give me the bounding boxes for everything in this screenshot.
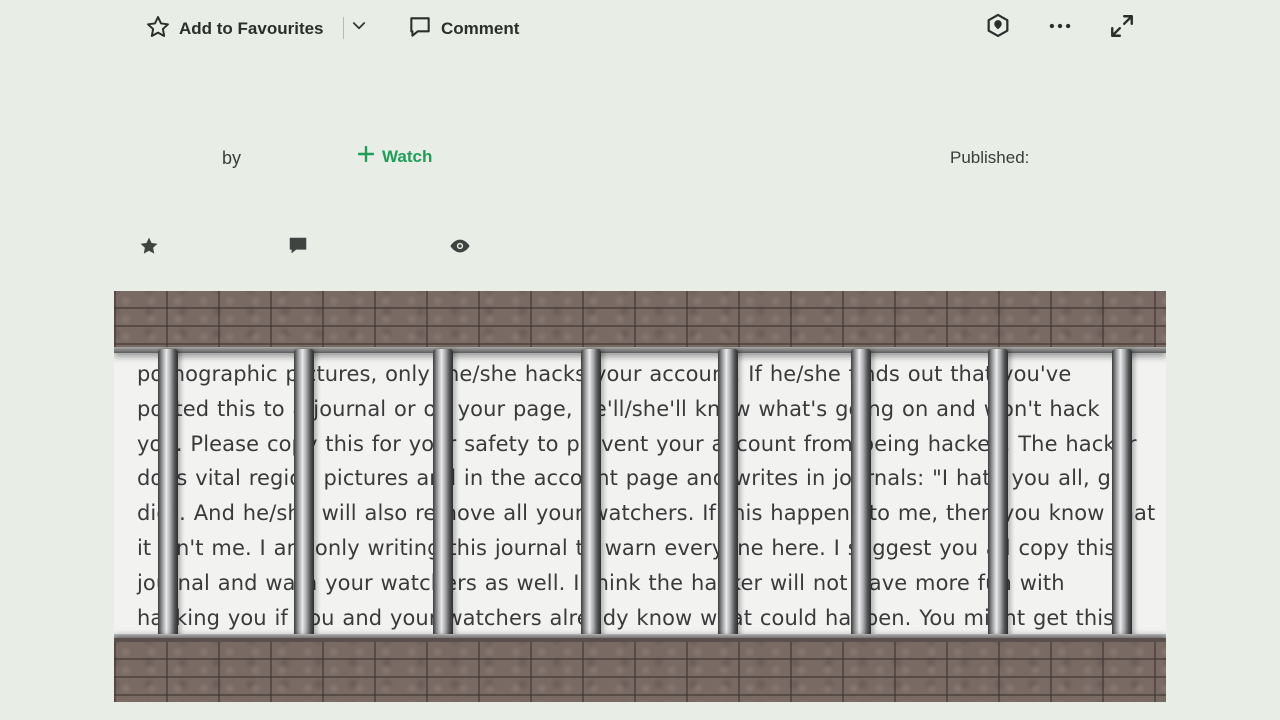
expand-icon [1109,13,1135,44]
prison-bar [581,349,601,641]
deviation-toolbar: Add to Favourites Comment [0,0,1280,58]
more-options-button[interactable] [1044,12,1076,44]
watch-button[interactable]: Watch [357,145,433,167]
prison-bar [718,349,738,641]
deviation-meta: by Watch Published: [114,120,1166,200]
prison-bar [988,349,1008,641]
metal-ledge-top [114,347,1166,353]
plus-icon [357,145,375,167]
add-to-favourites-label: Add to Favourites [179,19,324,38]
more-options-icon [1047,13,1073,44]
star-filled-icon [138,235,160,262]
brick-wall-top [114,291,1166,353]
prison-bar [294,349,314,641]
speech-bubble-icon [407,14,433,45]
comment-label: Comment [441,19,520,38]
favourites-dropdown-button[interactable] [343,12,375,44]
prison-bar [851,349,871,641]
prison-bar [158,349,178,641]
deviation-artwork[interactable]: pornographic pictures, only the/she hack… [114,291,1166,702]
expand-button[interactable] [1106,12,1138,44]
share-icon [984,12,1012,45]
comment-filled-icon [287,235,309,262]
published-label: Published: [950,148,1030,167]
prison-bar [1112,349,1132,641]
prison-bar [433,349,453,641]
watch-label: Watch [382,146,433,166]
add-to-favourites-button[interactable]: Add to Favourites [145,14,324,44]
comment-button[interactable]: Comment [407,14,519,44]
share-button[interactable] [982,12,1014,44]
author-by-label: by [222,148,242,168]
deviation-stats [114,225,584,270]
eye-icon [448,235,472,262]
chevron-down-icon [350,17,368,40]
star-outline-icon [145,14,171,45]
brick-wall-bottom [114,638,1166,702]
